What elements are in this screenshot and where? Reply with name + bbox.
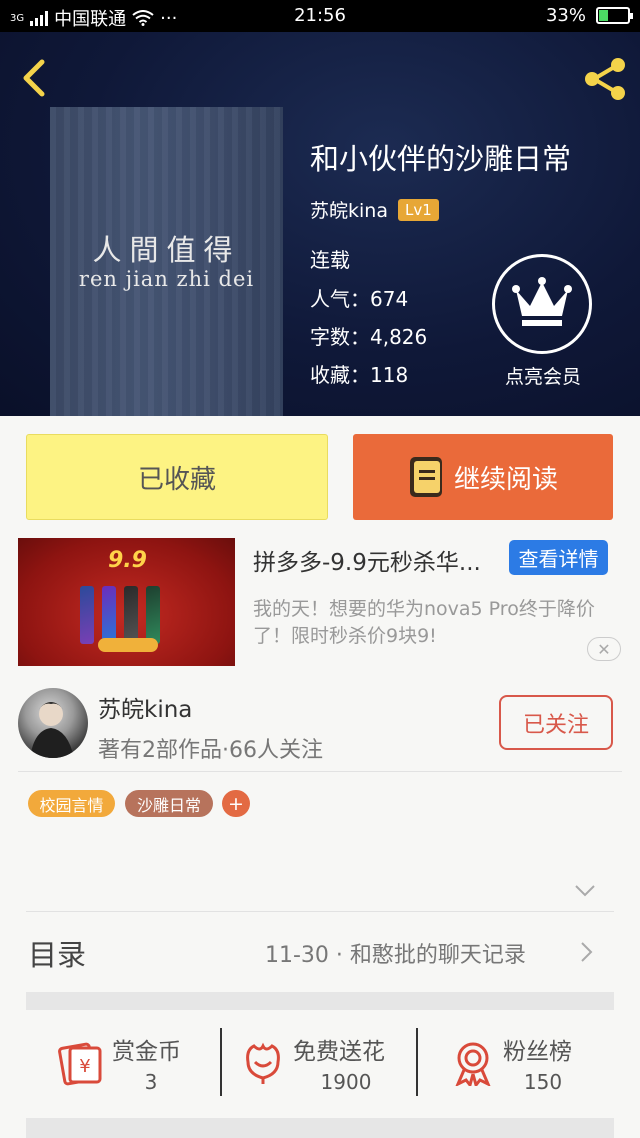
- favorites-stat: 收藏：118: [310, 363, 409, 387]
- battery-percent: 33%: [545, 5, 586, 26]
- word-count-stat: 字数：4,826: [310, 325, 428, 349]
- book-icon: [409, 457, 442, 497]
- clock: 21:56: [294, 5, 346, 26]
- cover-title: 人間值得: [92, 233, 241, 267]
- book-header: 人間值得 ren jian zhi dei 和小伙伴的沙雕日常 苏皖kina L…: [0, 32, 640, 416]
- latest-chapter[interactable]: 11-30 · 和憨批的聊天记录: [265, 937, 526, 969]
- ad-stand: [98, 638, 158, 652]
- book-title: 和小伙伴的沙雕日常: [310, 142, 572, 176]
- divider: [416, 1028, 418, 1096]
- ad-image[interactable]: 9.9: [18, 538, 235, 666]
- flower-icon[interactable]: [240, 1040, 286, 1086]
- continue-label: 继续阅读: [453, 464, 558, 495]
- section-separator: [26, 1118, 614, 1138]
- section-separator: [26, 992, 614, 1010]
- avatar[interactable]: [18, 688, 88, 758]
- author-meta: 著有2部作品·66人关注: [98, 738, 323, 763]
- add-tag-button[interactable]: +: [222, 790, 250, 817]
- follow-button[interactable]: 已关注: [499, 695, 613, 750]
- close-icon[interactable]: ✕: [587, 637, 621, 661]
- author-name[interactable]: 苏皖kina: [98, 690, 192, 724]
- ad-description: 我的天！想要的华为nova5 Pro终于降价了！限时秒杀价9块9!: [253, 598, 595, 647]
- collected-button[interactable]: 已收藏: [26, 434, 328, 520]
- phone-image: [102, 586, 116, 644]
- back-arrow-icon[interactable]: [14, 56, 58, 100]
- catalog-title[interactable]: 目录: [28, 932, 86, 974]
- tag-funny-daily[interactable]: 沙雕日常: [125, 790, 213, 817]
- level-badge: Lv1: [397, 198, 439, 221]
- status-bar: 3G 中国联通 ··· 21:56 33%: [0, 0, 640, 32]
- serial-status: 连载: [310, 248, 350, 272]
- book-cover[interactable]: 人間值得 ren jian zhi dei: [50, 107, 283, 416]
- medal-icon[interactable]: [450, 1040, 496, 1086]
- ad-price-badge: 9.9: [108, 548, 147, 573]
- divider: [26, 911, 614, 912]
- phone-image: [124, 586, 138, 644]
- continue-reading-button[interactable]: 继续阅读: [353, 434, 613, 520]
- reward-label: 赏金币: [112, 1039, 181, 1065]
- cover-pinyin: ren jian zhi dei: [78, 267, 255, 291]
- header-author-row: 苏皖kina Lv1: [310, 196, 439, 223]
- flower-label: 免费送花: [293, 1039, 385, 1065]
- fans-rank-value: 150: [523, 1070, 563, 1094]
- divider: [220, 1028, 222, 1096]
- fans-rank-label: 粉丝榜: [503, 1039, 572, 1065]
- chevron-down-icon[interactable]: [574, 884, 596, 898]
- vip-label: 点亮会员: [504, 366, 581, 388]
- reward-coin-icon[interactable]: ¥: [58, 1040, 104, 1086]
- flower-value: 1900: [320, 1070, 372, 1094]
- phone-image: [80, 586, 94, 644]
- collected-label: 已收藏: [137, 464, 216, 495]
- popularity-stat: 人气：674: [310, 287, 409, 311]
- reward-value: 3: [144, 1070, 158, 1094]
- svg-text:¥: ¥: [79, 1056, 90, 1077]
- battery-icon: [596, 7, 633, 24]
- divider: [18, 771, 622, 772]
- tag-campus-romance[interactable]: 校园言情: [28, 790, 115, 817]
- phone-image: [146, 586, 160, 644]
- chevron-right-icon[interactable]: [580, 941, 594, 963]
- vip-button[interactable]: 点亮会员: [492, 254, 594, 389]
- ad-details-button[interactable]: 查看详情: [509, 540, 608, 575]
- crown-icon: [492, 254, 592, 354]
- header-author-name[interactable]: 苏皖kina: [310, 196, 388, 223]
- ad-title[interactable]: 拼多多-9.9元秒杀华...: [253, 543, 508, 577]
- share-icon[interactable]: [580, 54, 630, 104]
